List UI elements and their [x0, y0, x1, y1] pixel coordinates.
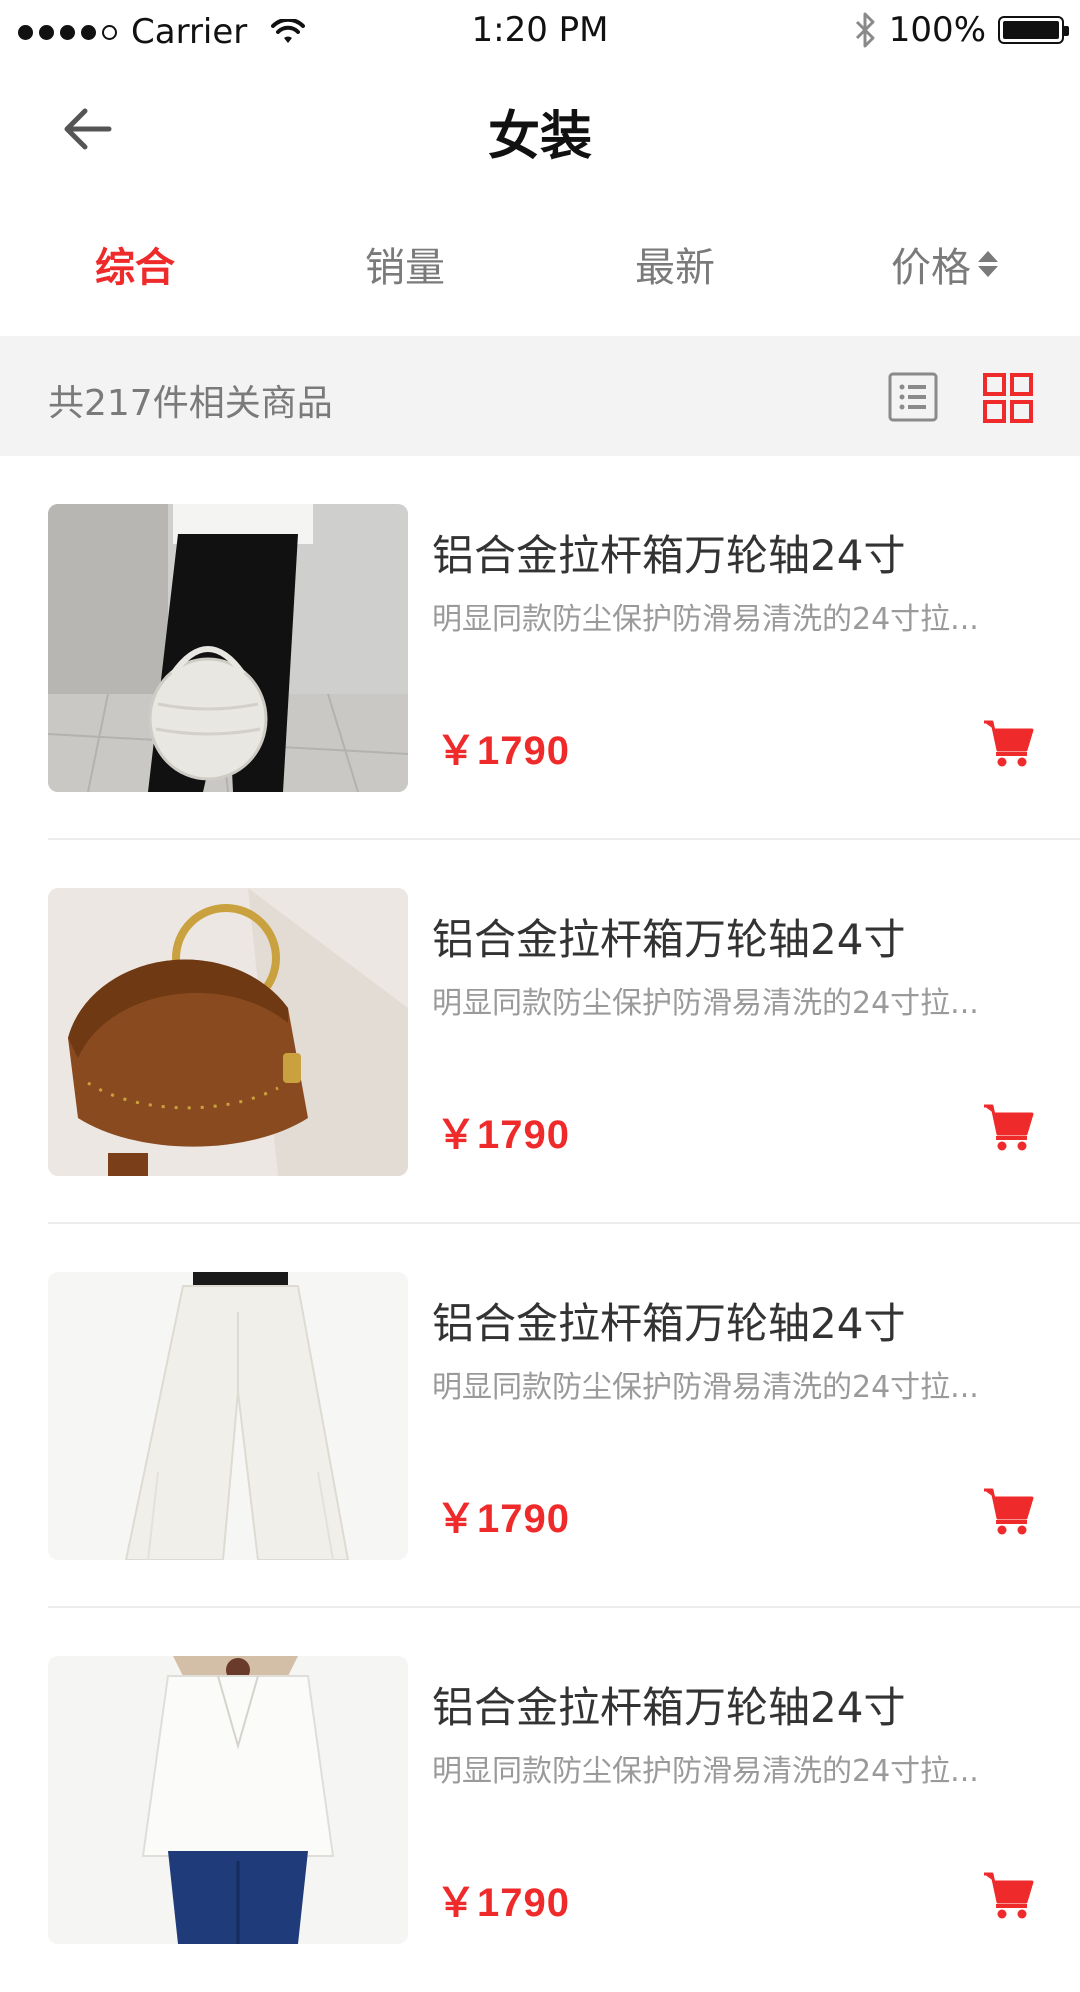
list-item[interactable]: 铝合金拉杆箱万轮轴24寸 明显同款防尘保护防滑易清洗的24寸拉... ￥1790 [0, 1224, 1080, 1608]
status-right: 100% [853, 8, 1069, 52]
cart-icon[interactable] [982, 1100, 1034, 1152]
sort-tabs: 综合 销量 最新 价格 [0, 212, 1080, 316]
sort-arrows-icon [978, 251, 998, 277]
grid-view-icon[interactable] [982, 372, 1034, 424]
list-item[interactable]: 铝合金拉杆箱万轮轴24寸 明显同款防尘保护防滑易清洗的24寸拉... ￥1790 [0, 456, 1080, 840]
list-item[interactable]: 铝合金拉杆箱万轮轴24寸 明显同款防尘保护防滑易清洗的24寸拉... ￥1790 [0, 1608, 1080, 1992]
cart-icon[interactable] [982, 716, 1034, 768]
tab-comprehensive[interactable]: 综合 [0, 212, 270, 316]
product-price: ￥1790 [436, 1113, 570, 1157]
product-desc: 明显同款防尘保护防滑易清洗的24寸拉... [432, 1754, 979, 1789]
result-count: 共217件相关商品 [48, 383, 333, 424]
product-image[interactable] [48, 1656, 408, 1944]
cart-icon[interactable] [982, 1868, 1034, 1920]
product-image[interactable] [48, 888, 408, 1176]
list-item[interactable]: 铝合金拉杆箱万轮轴24寸 明显同款防尘保护防滑易清洗的24寸拉... ￥1790 [0, 840, 1080, 1224]
product-price: ￥1790 [436, 729, 570, 773]
product-desc: 明显同款防尘保护防滑易清洗的24寸拉... [432, 602, 979, 637]
product-name: 铝合金拉杆箱万轮轴24寸 [432, 1299, 906, 1348]
status-bar: Carrier 1:20 PM 100% [0, 0, 1080, 64]
product-name: 铝合金拉杆箱万轮轴24寸 [432, 531, 906, 580]
nav-bar: 女装 [0, 64, 1080, 192]
battery-icon [998, 16, 1069, 44]
battery-label: 100% [888, 10, 986, 50]
product-image[interactable] [48, 1272, 408, 1560]
page-title: 女装 [487, 107, 592, 167]
product-list: 铝合金拉杆箱万轮轴24寸 明显同款防尘保护防滑易清洗的24寸拉... ￥1790… [0, 456, 1080, 1992]
product-desc: 明显同款防尘保护防滑易清洗的24寸拉... [432, 986, 979, 1021]
product-name: 铝合金拉杆箱万轮轴24寸 [432, 1683, 906, 1732]
list-view-icon[interactable] [888, 372, 938, 422]
tab-newest[interactable]: 最新 [540, 212, 810, 316]
tab-sales[interactable]: 销量 [270, 212, 540, 316]
product-price: ￥1790 [436, 1881, 570, 1925]
product-name: 铝合金拉杆箱万轮轴24寸 [432, 915, 906, 964]
tab-price[interactable]: 价格 [810, 212, 1080, 316]
tab-price-label: 价格 [891, 245, 971, 291]
product-price: ￥1790 [436, 1497, 570, 1541]
cart-icon[interactable] [982, 1484, 1034, 1536]
product-desc: 明显同款防尘保护防滑易清洗的24寸拉... [432, 1370, 979, 1405]
product-image[interactable] [48, 504, 408, 792]
bluetooth-icon [855, 12, 875, 48]
